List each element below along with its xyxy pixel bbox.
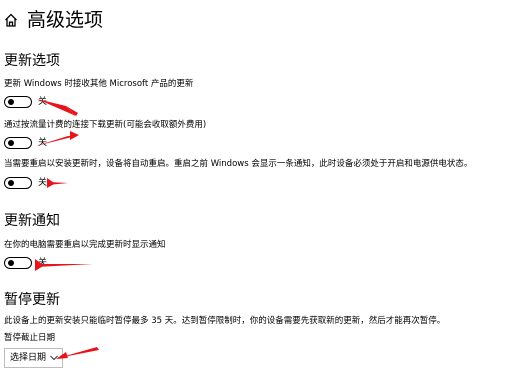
pause-date-select[interactable]: 选择日期 [4,348,63,368]
annotation-arrow [47,178,68,188]
metered-download-label: 通过按流量计费的连接下载更新(可能会收取额外费用) [4,120,207,130]
toggle-knob [8,139,14,146]
page-title: 高级选项 [27,9,104,31]
toggle-knob [8,259,14,266]
pause-date-select-label: 选择日期 [10,353,47,363]
receive-other-updates-state: 关 [38,97,48,107]
pause-deadline-label: 暂停截止日期 [4,333,56,343]
metered-download-toggle[interactable] [4,137,32,149]
update-notifications-heading: 更新通知 [4,213,60,229]
toggle-knob [8,98,14,105]
restart-notification-toggle[interactable] [4,257,32,269]
auto-restart-toggle[interactable] [4,177,32,189]
auto-restart-label: 当需要重启以安装更新时，设备将自动重启。重启之前 Windows 会显示一条通知… [4,159,473,169]
pause-updates-heading: 暂停更新 [4,292,60,308]
auto-restart-state: 关 [38,178,48,188]
restart-notification-label: 在你的电脑需要重启以完成更新时显示通知 [4,240,166,250]
metered-download-state: 关 [38,138,48,148]
toggle-knob [8,179,14,186]
pause-updates-description: 此设备上的更新安装只能临时暂停最多 35 天。达到暂停限制时，你的设备需要先获取… [4,316,446,326]
home-icon[interactable] [4,12,18,28]
restart-notification-state: 关 [38,258,48,268]
receive-other-updates-toggle[interactable] [4,96,32,108]
receive-other-updates-label: 更新 Windows 时接收其他 Microsoft 产品的更新 [4,79,194,89]
update-options-heading: 更新选项 [4,53,60,69]
chevron-down-icon [50,355,58,361]
